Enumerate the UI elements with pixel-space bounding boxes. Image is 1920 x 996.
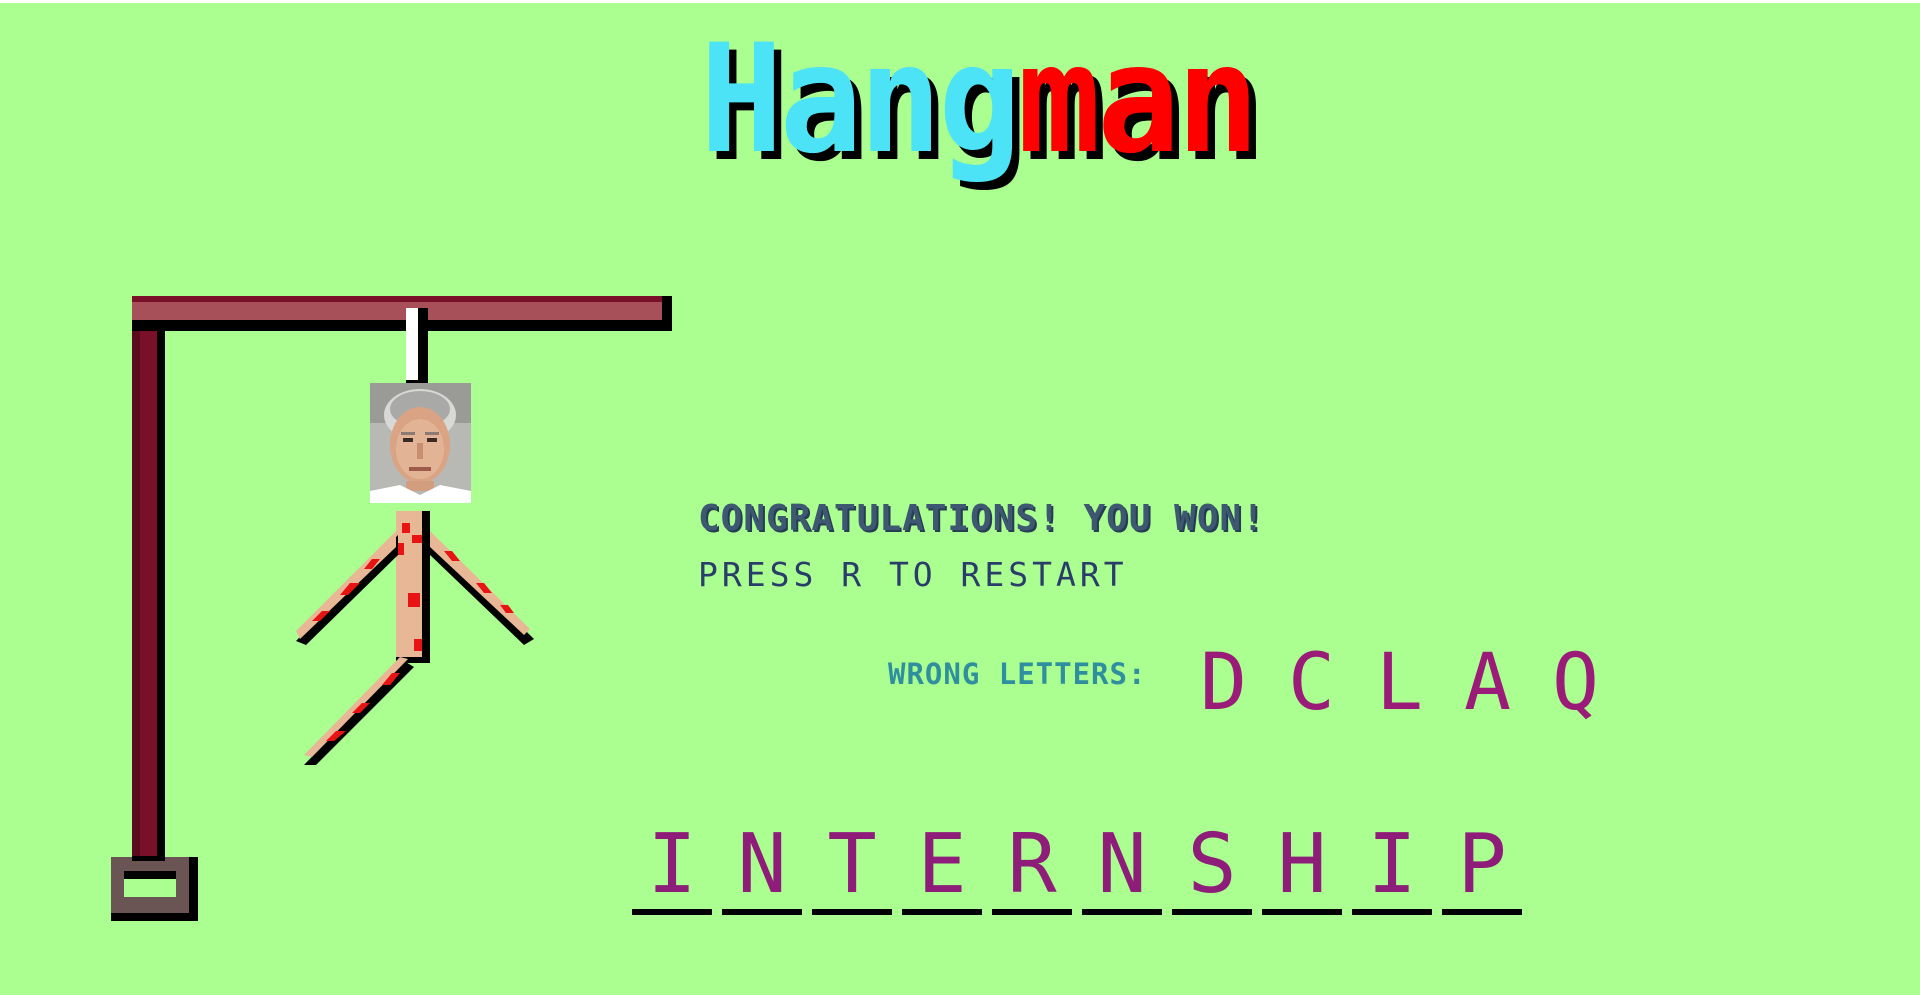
word-letter: T (827, 817, 877, 912)
letter-underline (1352, 909, 1432, 915)
word-letter: E (917, 817, 967, 912)
wrong-letters-label: WRONG LETTERS: (888, 657, 1147, 691)
wrong-letter: A (1464, 638, 1511, 728)
body-left-arm (296, 531, 398, 645)
letter-underline (722, 909, 802, 915)
letter-underline (992, 909, 1072, 915)
gallows-base (111, 857, 198, 921)
letter-slot: P (1442, 823, 1522, 915)
word-display: I N T E R N S H I P (632, 823, 1522, 915)
word-letter: R (1007, 817, 1057, 912)
word-letter: P (1457, 817, 1507, 912)
title-man: man (1017, 13, 1260, 187)
letter-slot: E (902, 823, 982, 915)
wrong-letter: Q (1552, 638, 1599, 728)
letter-underline (1082, 909, 1162, 915)
body-torso (396, 511, 430, 663)
gallows-post (132, 296, 165, 861)
gallows-drawing (111, 296, 672, 921)
word-letter: S (1187, 817, 1237, 912)
letter-slot: T (812, 823, 892, 915)
gallows-beam (132, 296, 672, 331)
word-letter: N (1097, 817, 1147, 912)
rope (406, 308, 428, 386)
wrong-letter: C (1288, 638, 1335, 728)
game-screen: Hangman CONGRATULATIONS! YOU WON! PRESS … (0, 3, 1920, 995)
title-hang: Hang (700, 13, 1021, 187)
letter-underline (1172, 909, 1252, 915)
letter-underline (1262, 909, 1342, 915)
letter-slot: S (1172, 823, 1252, 915)
wrong-letters-list: D C L A Q (1200, 643, 1640, 723)
letter-slot: I (1352, 823, 1432, 915)
letter-underline (812, 909, 892, 915)
word-letter: I (1367, 817, 1417, 912)
game-title: Hangman (700, 25, 1260, 225)
letter-slot: I (632, 823, 712, 915)
body-right-arm (428, 531, 534, 645)
letter-underline (1442, 909, 1522, 915)
word-letter: N (737, 817, 787, 912)
wrong-letter: D (1200, 638, 1247, 728)
letter-slot: N (722, 823, 802, 915)
body-left-leg (304, 657, 414, 765)
face-photo-icon (370, 383, 471, 503)
restart-hint: PRESS R TO RESTART (698, 555, 1128, 594)
letter-slot: H (1262, 823, 1342, 915)
letter-slot: N (1082, 823, 1162, 915)
letter-underline (902, 909, 982, 915)
win-message: CONGRATULATIONS! YOU WON! (698, 498, 1265, 539)
word-letter: I (647, 817, 697, 912)
wrong-letter: L (1376, 638, 1423, 728)
word-letter: H (1277, 817, 1327, 912)
letter-slot: R (992, 823, 1072, 915)
letter-underline (632, 909, 712, 915)
